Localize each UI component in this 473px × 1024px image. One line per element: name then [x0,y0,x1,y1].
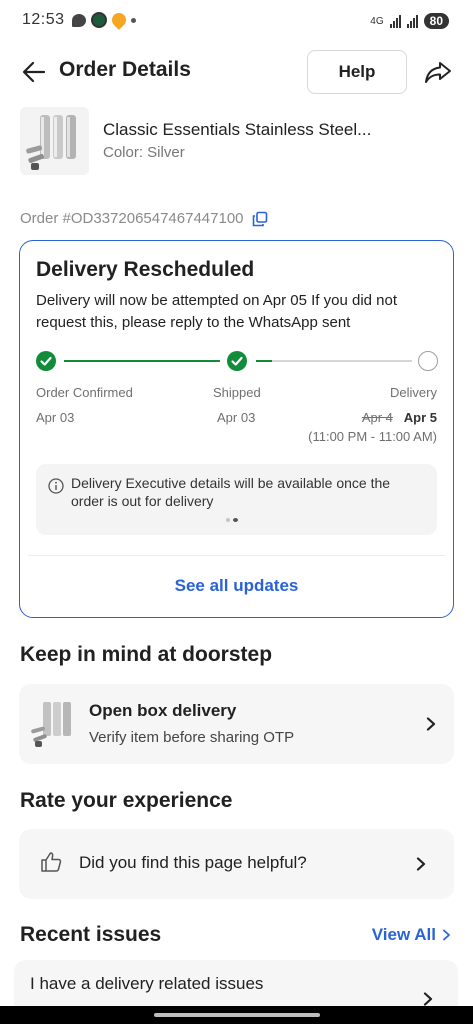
info-icon [48,478,64,494]
page-title: Order Details [59,58,191,81]
app-header: Order Details Help [0,50,473,94]
order-tracker [36,351,439,375]
network-type-label: 4G [370,15,384,27]
system-icons: 4G 80 [370,13,449,29]
page-feedback-question: Did you find this page helpful? [79,853,307,872]
delivery-time-window: (11:00 PM - 11:00 AM) [308,429,437,444]
system-navigation-bar [0,1006,473,1024]
product-color: Color: Silver [103,144,185,161]
issue-label: I have a delivery related issues [30,974,264,993]
chat-notification-icon [72,13,86,27]
page-feedback-card[interactable]: Did you find this page helpful? [19,829,454,899]
old-delivery-date: Apr 4 [361,410,393,425]
step-label-confirmed: Order Confirmed [36,385,133,400]
product-name: Classic Essentials Stainless Steel... [103,120,372,139]
help-button[interactable]: Help [307,50,407,94]
delivery-executive-info: Delivery Executive details will be avail… [36,464,437,535]
product-summary[interactable]: Classic Essentials Stainless Steel... Co… [20,107,453,175]
app-notification-icon [91,12,107,28]
copy-icon[interactable] [252,211,268,227]
open-box-subtitle: Verify item before sharing OTP [89,729,295,746]
chevron-right-icon [423,992,433,1006]
step-label-delivery: Delivery [390,385,437,400]
card-divider [28,555,445,556]
open-box-product-image [31,702,71,747]
view-all-issues-link[interactable]: View All [372,925,451,945]
more-notifications-icon [131,17,136,23]
recent-issues-title: Recent issues [20,923,162,946]
step-date-shipped: Apr 03 [217,410,256,425]
open-box-title: Open box delivery [89,701,237,720]
home-gesture-handle[interactable] [154,1013,320,1017]
product-image [20,107,89,175]
track-line-shipped-delivery [256,360,412,362]
share-icon[interactable] [423,57,453,87]
track-line-confirmed-shipped [64,360,220,362]
pager-dot[interactable] [226,518,230,522]
battery-indicator: 80 [423,13,449,29]
view-all-label: View All [371,925,436,944]
pager-dot[interactable] [233,518,238,522]
chevron-right-icon [443,929,450,941]
back-arrow-icon[interactable] [20,58,48,86]
signal-icon [389,14,401,28]
order-id-row: Order #OD337206547467447100 [20,210,268,227]
delivery-executive-info-text: Delivery Executive details will be avail… [71,475,391,509]
notification-icons [72,10,136,30]
chevron-right-icon [416,857,426,871]
chevron-right-icon [426,717,436,731]
delivery-status-title: Delivery Rescheduled [36,258,255,281]
rate-section-title: Rate your experience [20,789,233,812]
info-carousel-indicator[interactable] [226,518,238,522]
delivery-status-description: Delivery will now be attempted on Apr 05… [36,292,398,331]
signal-icon-2 [406,14,418,28]
step-date-confirmed: Apr 03 [36,410,75,425]
new-delivery-date: Apr 5 [403,410,437,425]
open-box-delivery-card[interactable]: Open box delivery Verify item before sha… [19,684,454,764]
step-confirmed-check-icon [36,351,56,371]
step-date-delivery: Apr 4 Apr 5 [362,410,437,425]
track-progress-fill [256,360,272,362]
status-time: 12:53 [22,11,65,28]
thumbs-up-icon [41,852,62,872]
see-all-updates-button[interactable]: See all updates [20,576,453,596]
step-label-shipped: Shipped [213,385,261,400]
step-delivery-pending-icon [418,351,438,371]
order-id: Order #OD337206547467447100 [20,210,244,227]
step-shipped-check-icon [227,351,247,371]
status-bar: 12:53 4G 80 [0,0,473,44]
delivery-status-card: Delivery Rescheduled Delivery will now b… [19,240,454,618]
doorstep-section-title: Keep in mind at doorstep [20,643,273,666]
location-notification-icon [109,10,129,30]
